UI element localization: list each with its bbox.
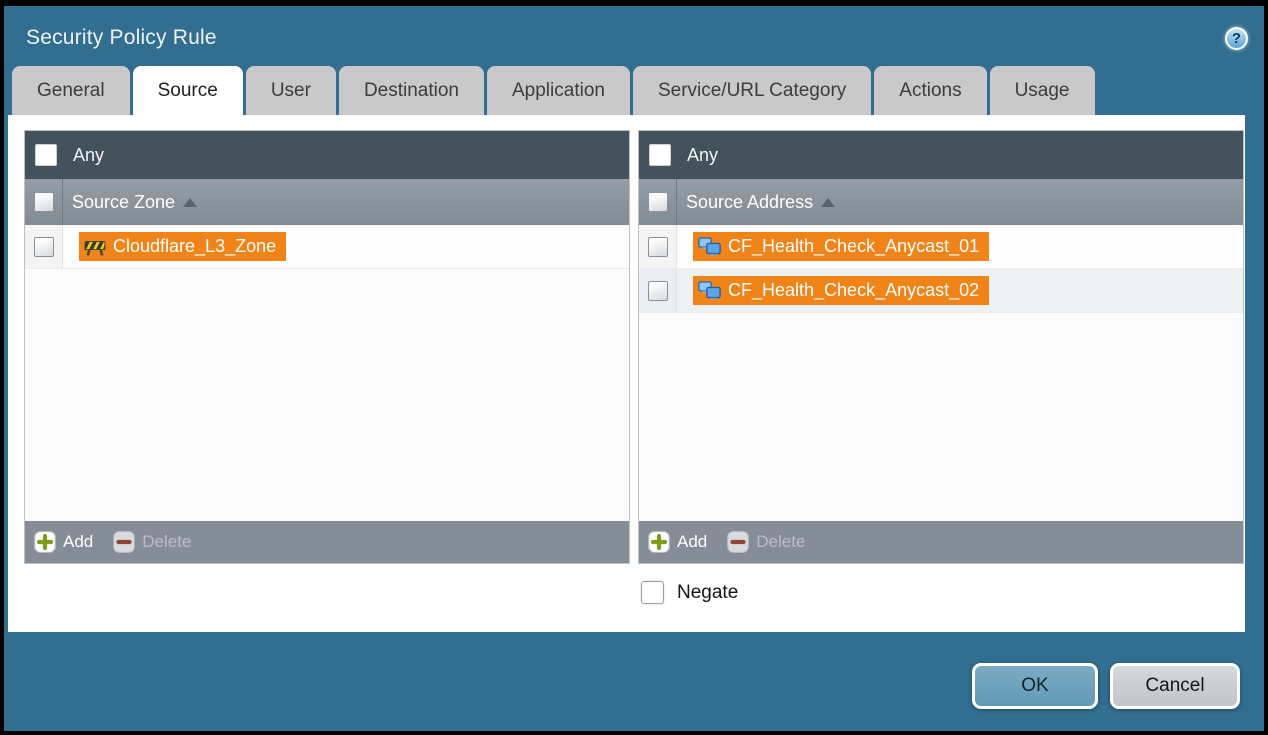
row-content: CF_Health_Check_Anycast_01	[677, 225, 989, 268]
zone-value-chip[interactable]: Cloudflare_L3_Zone	[79, 232, 286, 261]
source-address-list: CF_Health_Check_Anycast_01	[639, 225, 1243, 521]
source-zone-column-label: Source Zone	[72, 192, 175, 213]
negate-checkbox[interactable]	[641, 581, 664, 604]
source-address-any-header: Any	[639, 131, 1243, 179]
source-zone-any-label: Any	[73, 145, 104, 166]
source-zone-panel: Any Source Zone	[24, 130, 630, 564]
dialog-footer: OK Cancel	[4, 632, 1264, 731]
source-zone-column-header[interactable]: Source Zone	[25, 179, 629, 225]
dialog-frame: Security Policy Rule ? General Source Us…	[0, 0, 1268, 735]
table-row[interactable]: CF_Health_Check_Anycast_01	[639, 225, 1243, 269]
source-address-column-label: Source Address	[686, 192, 813, 213]
source-address-toolbar: Add Delete	[639, 521, 1243, 563]
delete-button[interactable]: Delete	[727, 531, 805, 553]
zone-icon	[84, 237, 106, 257]
dialog-title: Security Policy Rule	[26, 26, 217, 50]
tab-content-source: Any Source Zone	[8, 115, 1245, 632]
cancel-button[interactable]: Cancel	[1110, 663, 1240, 709]
zone-name: Cloudflare_L3_Zone	[113, 236, 276, 257]
row-content: CF_Health_Check_Anycast_02	[677, 269, 989, 312]
add-label: Add	[63, 532, 93, 552]
row-checkbox-cell	[25, 225, 63, 268]
tab-actions[interactable]: Actions	[874, 66, 986, 115]
source-address-panel: Any Source Address	[638, 130, 1244, 564]
delete-label: Delete	[756, 532, 805, 552]
tab-user[interactable]: User	[246, 66, 336, 115]
source-zone-toolbar: Add Delete	[25, 521, 629, 563]
address-name: CF_Health_Check_Anycast_01	[728, 236, 979, 257]
row-content: Cloudflare_L3_Zone	[63, 225, 286, 268]
source-address-select-all-checkbox[interactable]	[648, 192, 668, 212]
table-row[interactable]: CF_Health_Check_Anycast_02	[639, 269, 1243, 313]
source-address-column-header[interactable]: Source Address	[639, 179, 1243, 225]
source-address-any-label: Any	[687, 145, 718, 166]
table-row[interactable]: Cloudflare_L3_Zone	[25, 225, 629, 269]
row-checkbox[interactable]	[648, 281, 668, 301]
title-bar: Security Policy Rule ?	[4, 6, 1264, 66]
source-zone-any-checkbox[interactable]	[35, 144, 57, 166]
negate-row: Negate	[641, 581, 1245, 604]
source-zone-select-all-checkbox[interactable]	[34, 192, 54, 212]
tab-source[interactable]: Source	[133, 66, 243, 118]
tab-usage[interactable]: Usage	[990, 66, 1095, 115]
tab-bar: General Source User Destination Applicat…	[4, 66, 1264, 115]
source-zone-any-header: Any	[25, 131, 629, 179]
delete-minus-icon	[113, 531, 135, 553]
select-all-cell	[25, 179, 63, 225]
row-checkbox[interactable]	[648, 237, 668, 257]
negate-label: Negate	[677, 582, 738, 604]
source-panels: Any Source Zone	[24, 130, 1245, 564]
add-label: Add	[677, 532, 707, 552]
add-plus-icon	[648, 531, 670, 553]
ok-button[interactable]: OK	[972, 663, 1098, 709]
tab-general[interactable]: General	[12, 66, 130, 115]
address-icon	[698, 281, 721, 301]
address-value-chip[interactable]: CF_Health_Check_Anycast_02	[693, 276, 989, 305]
address-icon	[698, 237, 721, 257]
tab-destination[interactable]: Destination	[339, 66, 484, 115]
delete-minus-icon	[727, 531, 749, 553]
select-all-cell	[639, 179, 677, 225]
source-address-any-checkbox[interactable]	[649, 144, 671, 166]
help-glyph: ?	[1232, 30, 1241, 47]
sort-ascending-icon	[821, 198, 835, 207]
security-policy-rule-dialog: Security Policy Rule ? General Source Us…	[4, 6, 1264, 731]
row-checkbox-cell	[639, 225, 677, 268]
address-name: CF_Health_Check_Anycast_02	[728, 280, 979, 301]
add-plus-icon	[34, 531, 56, 553]
add-button[interactable]: Add	[34, 531, 93, 553]
tab-application[interactable]: Application	[487, 66, 630, 115]
row-checkbox-cell	[639, 269, 677, 312]
delete-label: Delete	[142, 532, 191, 552]
help-icon[interactable]: ?	[1225, 27, 1248, 50]
sort-ascending-icon	[183, 198, 197, 207]
row-checkbox[interactable]	[34, 237, 54, 257]
add-button[interactable]: Add	[648, 531, 707, 553]
tab-service-url-category[interactable]: Service/URL Category	[633, 66, 871, 115]
source-zone-list: Cloudflare_L3_Zone	[25, 225, 629, 521]
delete-button[interactable]: Delete	[113, 531, 191, 553]
address-value-chip[interactable]: CF_Health_Check_Anycast_01	[693, 232, 989, 261]
